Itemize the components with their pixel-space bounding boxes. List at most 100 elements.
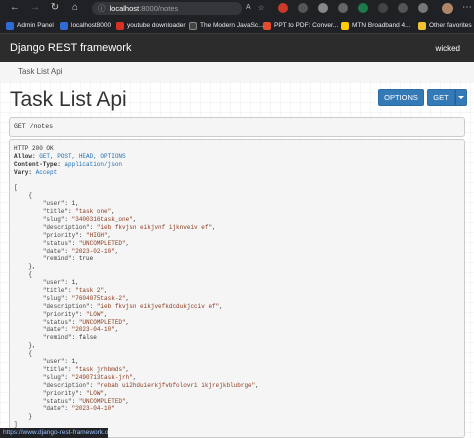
json-key: "user" bbox=[42, 200, 65, 208]
json-colon: : bbox=[71, 397, 79, 405]
bookmark-youtube-downloader[interactable]: youtube downloader bbox=[116, 20, 186, 31]
json-key: "user" bbox=[42, 358, 65, 366]
json-comma: , bbox=[212, 223, 216, 231]
bookmark-localhost[interactable]: localhost8000 bbox=[60, 20, 111, 31]
json-colon: : bbox=[78, 389, 87, 397]
extension-icon[interactable] bbox=[398, 3, 408, 13]
breadcrumb-item[interactable]: Task List Api bbox=[18, 67, 62, 76]
json-line: "description": "ieb fkvjsn eikjvefkdcduk… bbox=[14, 303, 460, 311]
json-line: "slug": "3400316task_one", bbox=[14, 216, 460, 224]
json-string-value: "2490713task-jrh" bbox=[71, 373, 133, 381]
favorite-star-icon[interactable]: ☆ bbox=[258, 4, 264, 12]
json-colon: : bbox=[64, 216, 72, 224]
extension-icon[interactable] bbox=[358, 3, 368, 13]
forward-icon[interactable]: → bbox=[28, 2, 42, 13]
header-key: Vary: bbox=[14, 168, 33, 176]
extension-icon[interactable] bbox=[298, 3, 308, 13]
brand-link[interactable]: Django REST framework bbox=[10, 42, 131, 54]
json-comma: , bbox=[104, 287, 108, 295]
extension-icon[interactable] bbox=[418, 3, 428, 13]
json-line: "user": 1, bbox=[14, 358, 460, 366]
json-string-value: "LOW" bbox=[86, 389, 105, 397]
json-colon: : bbox=[64, 200, 72, 208]
extension-icon[interactable] bbox=[278, 3, 288, 13]
json-colon: : bbox=[71, 255, 79, 263]
bookmark-admin-panel[interactable]: Admin Panel bbox=[6, 20, 54, 31]
json-line: [ bbox=[14, 184, 460, 192]
options-button[interactable]: OPTIONS bbox=[378, 89, 424, 106]
json-string-value: "3400316task_one" bbox=[71, 216, 133, 224]
json-line: "title": "task jrhbmds", bbox=[14, 366, 460, 374]
header-value: application/json bbox=[64, 160, 123, 168]
json-colon: : bbox=[89, 223, 97, 231]
header-value: GET, POST, HEAD, OPTIONS bbox=[39, 152, 126, 160]
json-string-value: "task 2" bbox=[75, 287, 105, 295]
back-icon[interactable]: ← bbox=[8, 2, 22, 13]
json-string-value: "UNCOMPLETED" bbox=[78, 239, 126, 247]
get-button[interactable]: GET bbox=[427, 89, 455, 106]
json-key: "date" bbox=[42, 247, 65, 255]
json-string-value: "UNCOMPLETED" bbox=[78, 318, 126, 326]
json-string-value: "2023-04-10" bbox=[71, 405, 115, 413]
extension-icon[interactable] bbox=[318, 3, 328, 13]
json-line: { bbox=[14, 350, 460, 358]
address-bar[interactable]: ⓘ localhost:8000/notes bbox=[92, 2, 242, 15]
bookmark-icon bbox=[6, 21, 14, 30]
header-value: Accept bbox=[35, 168, 58, 176]
info-icon[interactable]: ⓘ bbox=[98, 3, 106, 14]
json-comma: , bbox=[111, 208, 115, 216]
read-aloud-icon[interactable]: A bbox=[246, 4, 251, 11]
json-key: "description" bbox=[42, 223, 90, 231]
bookmark-mtn-broadband[interactable]: MTN Broadband 4... bbox=[341, 20, 411, 31]
bookmark-ppt-to-pdf[interactable]: PPT to PDF: Conver... bbox=[263, 20, 338, 31]
json-line: "date": "2023-04-10" bbox=[14, 405, 460, 413]
json-key: "status" bbox=[42, 397, 72, 405]
json-colon: : bbox=[64, 247, 72, 255]
extension-icon[interactable] bbox=[378, 3, 388, 13]
home-icon[interactable]: ⌂ bbox=[68, 2, 82, 13]
profile-avatar[interactable] bbox=[442, 3, 453, 14]
folder-icon bbox=[418, 21, 426, 30]
json-line: "user": 1, bbox=[14, 200, 460, 208]
json-key: "status" bbox=[42, 318, 72, 326]
json-key: "description" bbox=[42, 381, 90, 389]
json-colon: : bbox=[64, 279, 72, 287]
json-key: "slug" bbox=[42, 294, 65, 302]
json-key: "slug" bbox=[42, 373, 65, 381]
response-status: HTTP 200 OK bbox=[14, 145, 54, 152]
extension-icon[interactable] bbox=[338, 3, 348, 13]
get-format-dropdown[interactable] bbox=[455, 89, 467, 106]
json-line: "status": "UNCOMPLETED", bbox=[14, 398, 460, 406]
refresh-icon[interactable]: ↻ bbox=[48, 2, 62, 13]
breadcrumb: Task List Api bbox=[0, 62, 474, 83]
url-host: localhost bbox=[109, 4, 140, 13]
json-key: "status" bbox=[42, 239, 72, 247]
user-menu[interactable]: wicked bbox=[436, 44, 460, 53]
response-info: HTTP 200 OK Allow: GET, POST, HEAD, OPTI… bbox=[9, 139, 465, 438]
json-key: "user" bbox=[42, 279, 65, 287]
json-string-value: "2023-02-10" bbox=[71, 247, 115, 255]
json-line: } bbox=[14, 413, 460, 421]
bookmark-label: Admin Panel bbox=[17, 22, 54, 29]
json-comma: , bbox=[125, 294, 130, 302]
json-colon: : bbox=[64, 358, 72, 366]
json-comma: , bbox=[114, 247, 119, 255]
json-line: }, bbox=[14, 342, 460, 350]
bookmark-other-favorites[interactable]: Other favorites bbox=[418, 20, 472, 31]
bookmark-modern-javascript[interactable]: The Modern JavaSc... bbox=[189, 20, 264, 31]
header-key: Allow: bbox=[14, 152, 36, 160]
more-menu-icon[interactable]: ⋯ bbox=[460, 2, 474, 13]
json-string-value: "ieb fkvjsn eikjvefkdcdukjcciv ef" bbox=[96, 302, 220, 310]
